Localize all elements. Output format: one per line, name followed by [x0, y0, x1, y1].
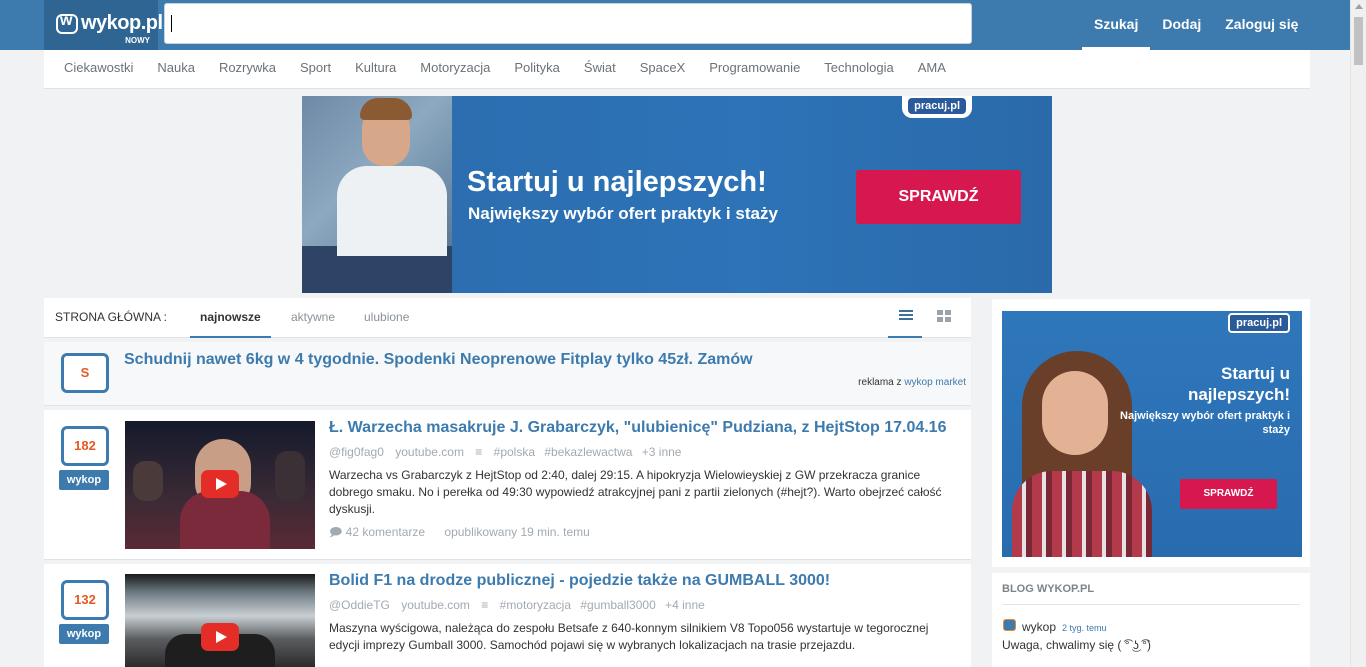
blog-author-link[interactable]: wykop: [1022, 620, 1056, 634]
tag-link[interactable]: #polska: [494, 445, 535, 459]
banner-subline: Największy wybór ofert praktyk i staży: [468, 204, 778, 223]
tag-link[interactable]: #gumball3000: [580, 598, 655, 612]
category-nauka[interactable]: Nauka: [145, 50, 207, 88]
play-icon: [201, 470, 239, 498]
category-ciekawostki[interactable]: Ciekawostki: [52, 50, 145, 88]
text-caret: [171, 15, 172, 32]
vote-count: 132: [61, 580, 109, 620]
comments-link[interactable]: 42 komentarze: [346, 525, 425, 539]
tags-icon: ≡: [481, 598, 489, 612]
author-link[interactable]: @fig0fag0: [329, 445, 384, 459]
link-description: Warzecha vs Grabarczyk z HejtStop od 2:4…: [329, 468, 942, 516]
search-input[interactable]: [164, 3, 972, 44]
promo-footer: reklama z wykop market: [858, 377, 966, 388]
category-technologia[interactable]: Technologia: [812, 50, 905, 88]
logo[interactable]: wykop.pl NOWY: [44, 0, 163, 50]
video-thumbnail[interactable]: [125, 421, 315, 549]
page-scrollbar[interactable]: [1350, 0, 1366, 667]
add-link[interactable]: Dodaj: [1150, 0, 1213, 50]
link-footer: 🗩 42 komentarze opublikowany 19 min. tem…: [329, 523, 590, 544]
logo-subtitle: NOWY: [125, 36, 150, 45]
sidebar-ad-headline: Startuj u najlepszych!: [1187, 364, 1290, 404]
author-link[interactable]: @OddieTG: [329, 598, 390, 612]
category-swiat[interactable]: Świat: [572, 50, 628, 88]
top-bar: wykop.pl NOWY Szukaj Dodaj Zaloguj się: [0, 0, 1350, 50]
wykop-avatar-icon: [1003, 619, 1016, 631]
domain-link[interactable]: youtube.com: [401, 598, 470, 612]
blog-title: BLOG WYKOP.PL: [1002, 583, 1095, 595]
comments-icon: 🗩: [329, 525, 343, 539]
sidebar-ad-subline: Największy wybór ofert praktyk i staży: [1120, 410, 1290, 436]
promo-score: S: [61, 353, 109, 393]
link-description: Maszyna wyścigowa, należąca do zespołu B…: [329, 621, 929, 652]
promo-title[interactable]: Schudnij nawet 6kg w 4 tygodnie. Spodenk…: [124, 351, 753, 369]
listing-tabs: STRONA GŁÓWNA : najnowsze aktywne ulubio…: [44, 298, 971, 338]
grid-icon: [937, 310, 951, 322]
video-thumbnail[interactable]: [125, 574, 315, 667]
sidebar-ad[interactable]: pracuj.pl Startuj u najlepszych! Najwięk…: [992, 299, 1310, 567]
banner-photo: [302, 96, 452, 293]
sidebar-ad-cta-button[interactable]: SPRAWDŹ: [1180, 479, 1277, 509]
blog-time: 2 tyg. temu: [1062, 623, 1107, 633]
tab-najnowsze[interactable]: najnowsze: [190, 298, 271, 338]
link-item: 132 wykop Bolid F1 na drodze publicznej …: [44, 564, 971, 667]
promo-footer-prefix: reklama z: [858, 377, 902, 388]
scroll-up-arrow-icon[interactable]: [1355, 4, 1363, 9]
category-polityka[interactable]: Polityka: [502, 50, 572, 88]
more-tags-link[interactable]: +4 inne: [665, 598, 705, 612]
category-rozrywka[interactable]: Rozrywka: [207, 50, 288, 88]
divider: [1002, 604, 1300, 605]
category-kultura[interactable]: Kultura: [343, 50, 408, 88]
category-programowanie[interactable]: Programowanie: [697, 50, 812, 88]
link-meta: @fig0fag0 youtube.com ≡ #polska #bekazle…: [329, 445, 689, 459]
logo-text: wykop.pl: [81, 12, 163, 34]
grid-view-button[interactable]: [926, 298, 960, 338]
banner-headline: Startuj u najlepszych!: [467, 166, 767, 198]
tabs-label: STRONA GŁÓWNA :: [55, 310, 168, 324]
more-tags-link[interactable]: +3 inne: [642, 445, 682, 459]
category-motoryzacja[interactable]: Motoryzacja: [408, 50, 502, 88]
tags-icon: ≡: [475, 445, 483, 459]
published-time: opublikowany 19 min. temu: [444, 525, 590, 539]
pracuj-logo: pracuj.pl: [1228, 313, 1290, 333]
scroll-thumb[interactable]: [1354, 17, 1363, 65]
login-link[interactable]: Zaloguj się: [1213, 0, 1310, 50]
sidebar-ad-creative: pracuj.pl Startuj u najlepszych! Najwięk…: [1002, 311, 1302, 557]
category-spacex[interactable]: SpaceX: [628, 50, 698, 88]
tab-ulubione[interactable]: ulubione: [364, 298, 409, 338]
blog-entry-text[interactable]: Uwaga, chwalimy się ( ͡° ͜ʖ ͡°): [1002, 638, 1151, 652]
category-sport[interactable]: Sport: [288, 50, 343, 88]
category-ama[interactable]: AMA: [906, 50, 958, 88]
wykop-logo-icon: [56, 12, 78, 34]
link-item: 182 wykop Ł. Warzecha masakruje J. Graba…: [44, 410, 971, 560]
pracuj-logo: pracuj.pl: [908, 98, 966, 114]
link-meta: @OddieTG youtube.com ≡ #motoryzacja #gum…: [329, 598, 713, 612]
link-title[interactable]: Ł. Warzecha masakruje J. Grabarczyk, "ul…: [329, 419, 946, 437]
wykop-vote-button[interactable]: wykop: [59, 624, 109, 644]
tab-aktywne[interactable]: aktywne: [291, 298, 335, 338]
search-link[interactable]: Szukaj: [1082, 0, 1151, 50]
banner-ad[interactable]: pracuj.pl Startuj u najlepszych! Najwięk…: [302, 96, 1052, 293]
promo-item: S Schudnij nawet 6kg w 4 tygodnie. Spode…: [44, 342, 971, 406]
tag-link[interactable]: #bekazlewactwa: [544, 445, 632, 459]
vote-count: 182: [61, 426, 109, 466]
top-nav: Szukaj Dodaj Zaloguj się: [1082, 0, 1310, 50]
list-icon: [899, 310, 913, 321]
tag-link[interactable]: #motoryzacja: [500, 598, 571, 612]
banner-cta-button[interactable]: SPRAWDŹ: [856, 170, 1021, 224]
category-nav: Ciekawostki Nauka Rozrywka Sport Kultura…: [44, 50, 1310, 89]
wykop-vote-button[interactable]: wykop: [59, 470, 109, 490]
play-icon: [201, 623, 239, 651]
blog-box: BLOG WYKOP.PL wykop 2 tyg. temu Uwaga, c…: [992, 573, 1310, 667]
domain-link[interactable]: youtube.com: [395, 445, 464, 459]
link-title[interactable]: Bolid F1 na drodze publicznej - pojedzie…: [329, 572, 830, 590]
list-view-button[interactable]: [888, 298, 922, 338]
wykop-market-link[interactable]: wykop market: [904, 377, 966, 388]
